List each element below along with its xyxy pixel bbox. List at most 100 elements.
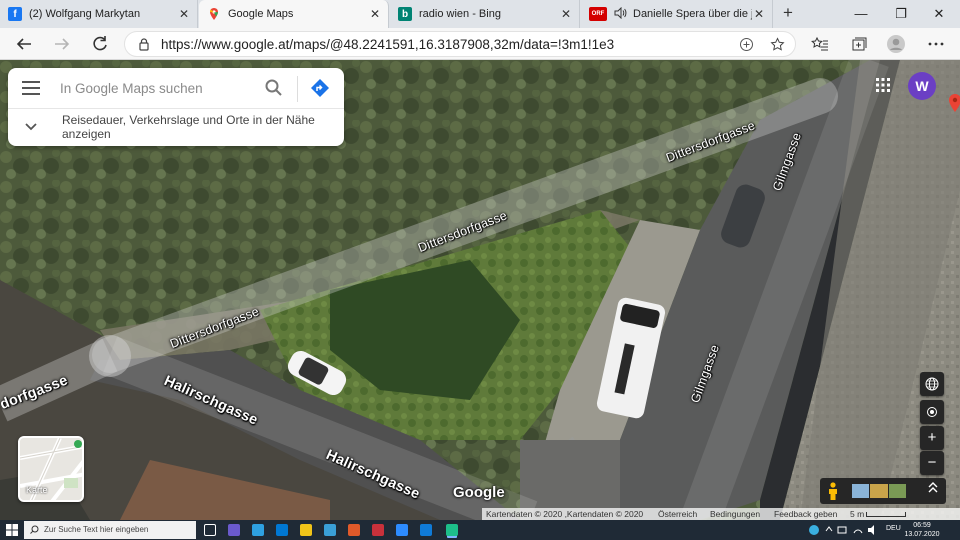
teams-icon[interactable]: [228, 524, 240, 536]
tab-close-icon[interactable]: ✕: [368, 7, 382, 21]
app-icon[interactable]: [324, 524, 336, 536]
more-horizontal-icon: [928, 42, 944, 46]
close-window-button[interactable]: ✕: [928, 4, 950, 24]
map-view[interactable]: Dittersdorfgasse Dittersdorfgasse Ditter…: [0, 60, 960, 520]
zoom-out-button[interactable]: −: [920, 451, 944, 475]
attribution-bar: Kartendaten © 2020 ,Kartendaten © 2020 Ö…: [482, 508, 960, 520]
collections-icon: [852, 37, 867, 51]
chevron-down-icon[interactable]: [22, 120, 40, 134]
speaker-icon: [614, 6, 627, 22]
lock-icon[interactable]: [137, 37, 151, 51]
reload-icon: [93, 36, 107, 51]
map-data-credit: Kartendaten © 2020 ,Kartendaten © 2020: [486, 509, 644, 519]
search-card: Reisedauer, Verkehrslage und Orte in der…: [8, 68, 344, 146]
location-target-icon: [927, 407, 937, 417]
google-maps-icon: [207, 7, 221, 21]
url-text[interactable]: https://www.google.at/maps/@48.2241591,1…: [161, 37, 614, 52]
zoom-app-icon[interactable]: [396, 524, 408, 536]
tab-orf[interactable]: ORF Danielle Spera über die j ✕: [581, 0, 773, 28]
scale-label[interactable]: 5 m: [850, 508, 864, 520]
forward-button[interactable]: [50, 32, 74, 56]
pegman-icon[interactable]: [826, 482, 840, 500]
minimize-button[interactable]: —: [850, 4, 872, 24]
app-icon[interactable]: [348, 524, 360, 536]
imagery-bar: [820, 478, 946, 504]
back-button[interactable]: [12, 32, 36, 56]
tab-bing[interactable]: b radio wien - Bing ✕: [390, 0, 580, 28]
zoom-in-button[interactable]: +: [920, 426, 944, 450]
favorite-star-icon[interactable]: [770, 37, 785, 52]
orf-icon: ORF: [589, 7, 607, 21]
profile-button[interactable]: [884, 32, 908, 56]
favorites-button[interactable]: [808, 32, 832, 56]
tab-title: Danielle Spera über die j: [633, 8, 752, 20]
facebook-icon: f: [8, 7, 22, 21]
forward-arrow-icon: [55, 38, 70, 50]
taskbar-search-input[interactable]: Zur Suche Text hier eingeben: [24, 521, 196, 539]
my-location-button[interactable]: [920, 400, 944, 424]
reload-button[interactable]: [88, 32, 112, 56]
clock-time: 06:59: [913, 522, 931, 529]
google-logo: Google: [453, 484, 505, 501]
back-arrow-icon: [16, 38, 31, 50]
tab-close-icon[interactable]: ✕: [177, 7, 191, 21]
nearby-info-link[interactable]: Reisedauer, Verkehrslage und Orte in der…: [62, 113, 342, 141]
favorites-list-icon: [811, 36, 828, 51]
tab-google-maps[interactable]: Google Maps ✕: [199, 0, 389, 28]
mail-icon[interactable]: [276, 524, 288, 536]
clock-date: 13.07.2020: [904, 531, 940, 538]
collections-button[interactable]: [846, 32, 870, 56]
tab-close-icon[interactable]: ✕: [559, 7, 573, 21]
browser-toolbar: https://www.google.at/maps/@48.2241591,1…: [0, 28, 960, 60]
taskbar: Zur Suche Text hier eingeben DEU 06:59 1…: [0, 520, 960, 540]
windows-start-icon[interactable]: [6, 524, 18, 536]
directions-icon[interactable]: [310, 78, 330, 98]
search-input[interactable]: [60, 76, 260, 100]
tab-title: (2) Wolfgang Markytan: [29, 8, 141, 20]
country-label: Österreich: [658, 509, 698, 519]
system-tray-icons[interactable]: [806, 522, 884, 538]
divider: [8, 108, 344, 109]
add-icon[interactable]: [739, 37, 754, 52]
taskbar-clock[interactable]: 06:59 13.07.2020: [904, 521, 940, 539]
app-icon[interactable]: [252, 524, 264, 536]
thumbnail[interactable]: [888, 484, 906, 498]
settings-more-button[interactable]: [924, 32, 948, 56]
profile-avatar-icon: [887, 35, 905, 53]
terms-link[interactable]: Bedingungen: [710, 508, 760, 520]
tab-facebook[interactable]: f (2) Wolfgang Markytan ✕: [0, 0, 198, 28]
file-explorer-icon[interactable]: [300, 524, 312, 536]
globe-icon: [925, 377, 939, 391]
tab-title: Google Maps: [228, 8, 294, 20]
tab-close-icon[interactable]: ✕: [752, 7, 766, 21]
chevron-up-icon[interactable]: [928, 482, 938, 497]
search-icon: [30, 525, 39, 534]
layers-label: Karte: [26, 485, 48, 495]
feedback-link[interactable]: Feedback geben: [774, 508, 837, 520]
tab-title: radio wien - Bing: [419, 8, 501, 20]
task-view-icon[interactable]: [204, 524, 216, 536]
edge-active-icon[interactable]: [446, 524, 458, 536]
tab-strip: f (2) Wolfgang Markytan ✕ Google Maps ✕ …: [0, 0, 960, 28]
new-tab-button[interactable]: +: [778, 4, 798, 24]
edge-browser-icon[interactable]: [420, 524, 432, 536]
map-pin-icon[interactable]: [949, 94, 960, 112]
map-layers-toggle[interactable]: Karte: [18, 436, 84, 502]
restore-button[interactable]: ❐: [890, 4, 912, 24]
scale-bar: [866, 512, 906, 517]
thumbnail[interactable]: [852, 484, 870, 498]
search-icon[interactable]: [264, 78, 284, 98]
screen: f (2) Wolfgang Markytan ✕ Google Maps ✕ …: [0, 0, 960, 540]
taskbar-search-placeholder: Zur Suche Text hier eingeben: [44, 525, 149, 534]
input-language[interactable]: DEU: [886, 525, 901, 532]
globe-view-button[interactable]: [920, 372, 944, 396]
imagery-thumbnails[interactable]: [852, 484, 906, 498]
account-avatar[interactable]: W: [908, 72, 936, 100]
address-bar[interactable]: https://www.google.at/maps/@48.2241591,1…: [124, 31, 796, 57]
bing-icon: b: [398, 7, 412, 21]
app-icon[interactable]: [372, 524, 384, 536]
apps-grid-icon[interactable]: [876, 78, 890, 92]
thumbnail[interactable]: [870, 484, 888, 498]
divider: [297, 76, 298, 102]
menu-icon[interactable]: [22, 81, 40, 95]
